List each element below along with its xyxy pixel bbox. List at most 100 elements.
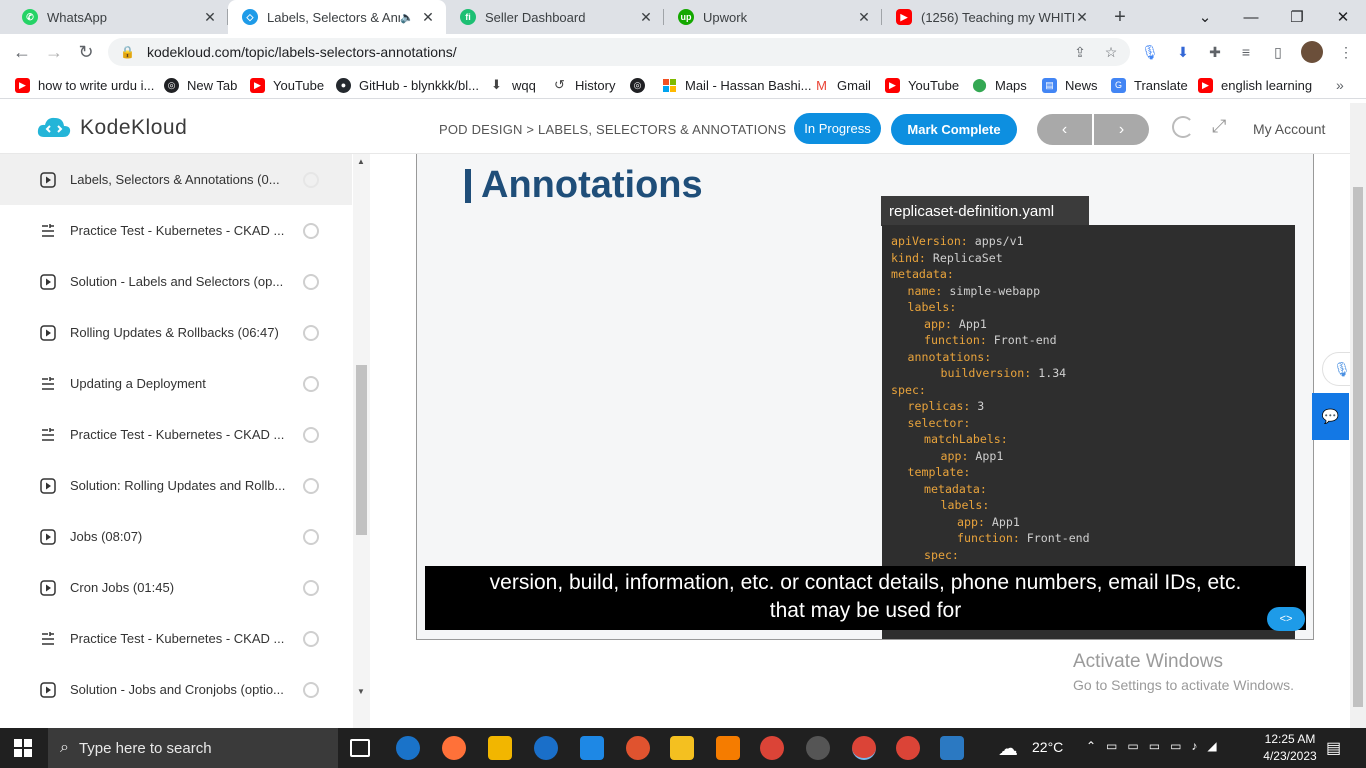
close-icon[interactable]: ✕ (638, 9, 654, 26)
chat-widget-icon[interactable]: 💬 (1312, 393, 1349, 440)
mark-complete-button[interactable]: Mark Complete (891, 114, 1017, 145)
completion-checkbox[interactable] (303, 171, 319, 188)
fullscreen-icon[interactable]: ⤢ (1212, 116, 1226, 137)
bookmark-item[interactable]: ◎ (630, 75, 645, 95)
bookmark-item[interactable]: ▶ how to write urdu i... (15, 75, 154, 95)
speaker-icon[interactable]: 🔈 (400, 11, 414, 24)
bookmark-star-icon[interactable]: ☆ (1101, 42, 1121, 62)
bookmark-item[interactable]: ● GitHub - blynkkk/bl... (336, 75, 479, 95)
firefox-icon[interactable] (442, 736, 466, 760)
store-icon[interactable] (488, 736, 512, 760)
tab-youtube[interactable]: ▶ (1256) Teaching my WHITE fr ✕ (882, 0, 1100, 34)
page-scrollbar[interactable] (1350, 103, 1366, 728)
chrome-profile-icon[interactable] (852, 736, 876, 760)
taskbar-search[interactable]: ⌕ Type here to search (48, 728, 338, 768)
close-icon[interactable]: ✕ (856, 9, 872, 26)
lesson-item[interactable]: Updating a Deployment (0, 358, 352, 409)
completion-checkbox[interactable] (303, 477, 319, 494)
bookmark-item[interactable]: ▶ YouTube (885, 75, 959, 95)
tab-search-icon[interactable]: ⌄ (1182, 0, 1228, 34)
breadcrumb[interactable]: POD DESIGN > LABELS, SELECTORS & ANNOTAT… (439, 122, 786, 137)
download-extension-icon[interactable]: ⬇ (1173, 42, 1193, 62)
mail-icon[interactable] (580, 736, 604, 760)
edge-icon[interactable] (396, 736, 420, 760)
completion-checkbox[interactable] (303, 324, 319, 341)
lesson-item[interactable]: Practice Test - Kubernetes - CKAD ... (0, 205, 352, 256)
video-player[interactable]: Annotations replicaset-definition.yaml a… (416, 154, 1314, 640)
completion-checkbox[interactable] (303, 375, 319, 392)
status-badge[interactable]: In Progress (794, 113, 881, 144)
weather-icon[interactable]: ☁ (998, 736, 1018, 761)
back-button[interactable]: ← (7, 37, 37, 67)
skype-icon[interactable] (534, 736, 558, 760)
side-panel-icon[interactable]: ▯ (1268, 42, 1288, 62)
profile-avatar[interactable] (1301, 41, 1323, 63)
previous-lesson-button[interactable]: ‹ (1037, 114, 1092, 145)
bookmark-item[interactable]: ▤ News (1042, 75, 1098, 95)
lesson-item[interactable]: Solution: Rolling Updates and Rollb... (0, 460, 352, 511)
reload-button[interactable]: ↻ (71, 37, 101, 67)
mic-extension-icon[interactable]: 🎙 (1140, 42, 1160, 62)
office-icon[interactable] (716, 736, 740, 760)
system-tray-icons[interactable]: ⌃▭▭▭▭♪◢ (1086, 739, 1227, 753)
minimize-button[interactable]: — (1228, 0, 1274, 34)
lesson-item[interactable]: Rolling Updates & Rollbacks (06:47) (0, 307, 352, 358)
bookmark-item[interactable]: ▶ YouTube (250, 75, 324, 95)
sidebar-scrollbar-thumb[interactable] (356, 365, 367, 535)
close-icon[interactable]: ✕ (1074, 9, 1090, 26)
completion-checkbox[interactable] (303, 273, 319, 290)
next-lesson-button[interactable]: › (1094, 114, 1149, 145)
bookmark-item[interactable]: Mail - Hassan Bashi... (662, 75, 811, 95)
tab-upwork[interactable]: up Upwork ✕ (664, 0, 882, 34)
completion-checkbox[interactable] (303, 681, 319, 698)
address-bar[interactable]: 🔒 kodekloud.com/topic/labels-selectors-a… (108, 38, 1130, 66)
bookmark-item[interactable]: ⬤ Maps (972, 75, 1027, 95)
completion-checkbox[interactable] (303, 426, 319, 443)
bookmark-item[interactable]: G Translate (1111, 75, 1188, 95)
chrome-profile-icon[interactable] (896, 736, 920, 760)
close-icon[interactable]: ✕ (420, 9, 436, 26)
forward-button[interactable]: → (39, 37, 69, 67)
lesson-item[interactable]: Labels, Selectors & Annotations (0... (0, 154, 352, 205)
lesson-item[interactable]: Practice Test - Kubernetes - CKAD ... (0, 409, 352, 460)
completion-checkbox[interactable] (303, 579, 319, 596)
restore-button[interactable]: ❐ (1274, 0, 1320, 34)
bookmark-item[interactable]: ▶ english learning (1198, 75, 1312, 95)
tab-whatsapp[interactable]: ✆ WhatsApp ✕ (8, 0, 228, 34)
tab-seller-dashboard[interactable]: fi Seller Dashboard ✕ (446, 0, 664, 34)
bookmark-item[interactable]: ↺ History (552, 75, 615, 95)
notification-icon[interactable]: ▤ (1326, 738, 1341, 758)
close-window-button[interactable]: ✕ (1320, 0, 1366, 34)
menu-icon[interactable]: ⋮ (1336, 42, 1356, 62)
completion-checkbox[interactable] (303, 528, 319, 545)
lesson-item[interactable]: Jobs (08:07) (0, 511, 352, 562)
task-view-icon[interactable] (350, 739, 370, 757)
chrome-icon[interactable] (760, 736, 784, 760)
lesson-item[interactable]: Solution - Jobs and Cronjobs (optio... (0, 664, 352, 715)
extensions-icon[interactable]: ✚ (1205, 42, 1225, 62)
completion-checkbox[interactable] (303, 630, 319, 647)
lesson-item[interactable]: Practice Test - Kubernetes - CKAD ... (0, 613, 352, 664)
my-account-link[interactable]: My Account (1253, 121, 1325, 137)
taskbar-clock[interactable]: 12:25 AM 4/23/2023 (1258, 731, 1322, 765)
tab-kodekloud[interactable]: ◇ Labels, Selectors & Anno 🔈 ✕ (228, 0, 446, 34)
media-icon[interactable]: ≡ (1236, 42, 1256, 62)
completion-checkbox[interactable] (303, 222, 319, 239)
lesson-item[interactable]: Cron Jobs (01:45) (0, 562, 352, 613)
photos-icon[interactable] (940, 736, 964, 760)
temperature[interactable]: 22°C (1032, 739, 1063, 755)
dark-mode-icon[interactable] (1172, 116, 1194, 138)
lesson-item[interactable]: Solution - Labels and Selectors (op... (0, 256, 352, 307)
bookmark-item[interactable]: M Gmail (814, 75, 871, 95)
share-icon[interactable]: ⇪ (1070, 42, 1090, 62)
kodekloud-logo[interactable]: KodeKloud (36, 115, 187, 141)
close-icon[interactable]: ✕ (202, 9, 218, 26)
windows-start-icon[interactable] (14, 739, 32, 757)
app-icon[interactable] (626, 736, 650, 760)
file-explorer-icon[interactable] (670, 736, 694, 760)
bookmark-item[interactable]: ⬇ wqq (489, 75, 536, 95)
obs-icon[interactable] (806, 736, 830, 760)
more-bookmarks-icon[interactable]: » (1336, 75, 1344, 95)
new-tab-button[interactable]: + (1108, 5, 1132, 29)
bookmark-item[interactable]: ◎ New Tab (164, 75, 237, 95)
